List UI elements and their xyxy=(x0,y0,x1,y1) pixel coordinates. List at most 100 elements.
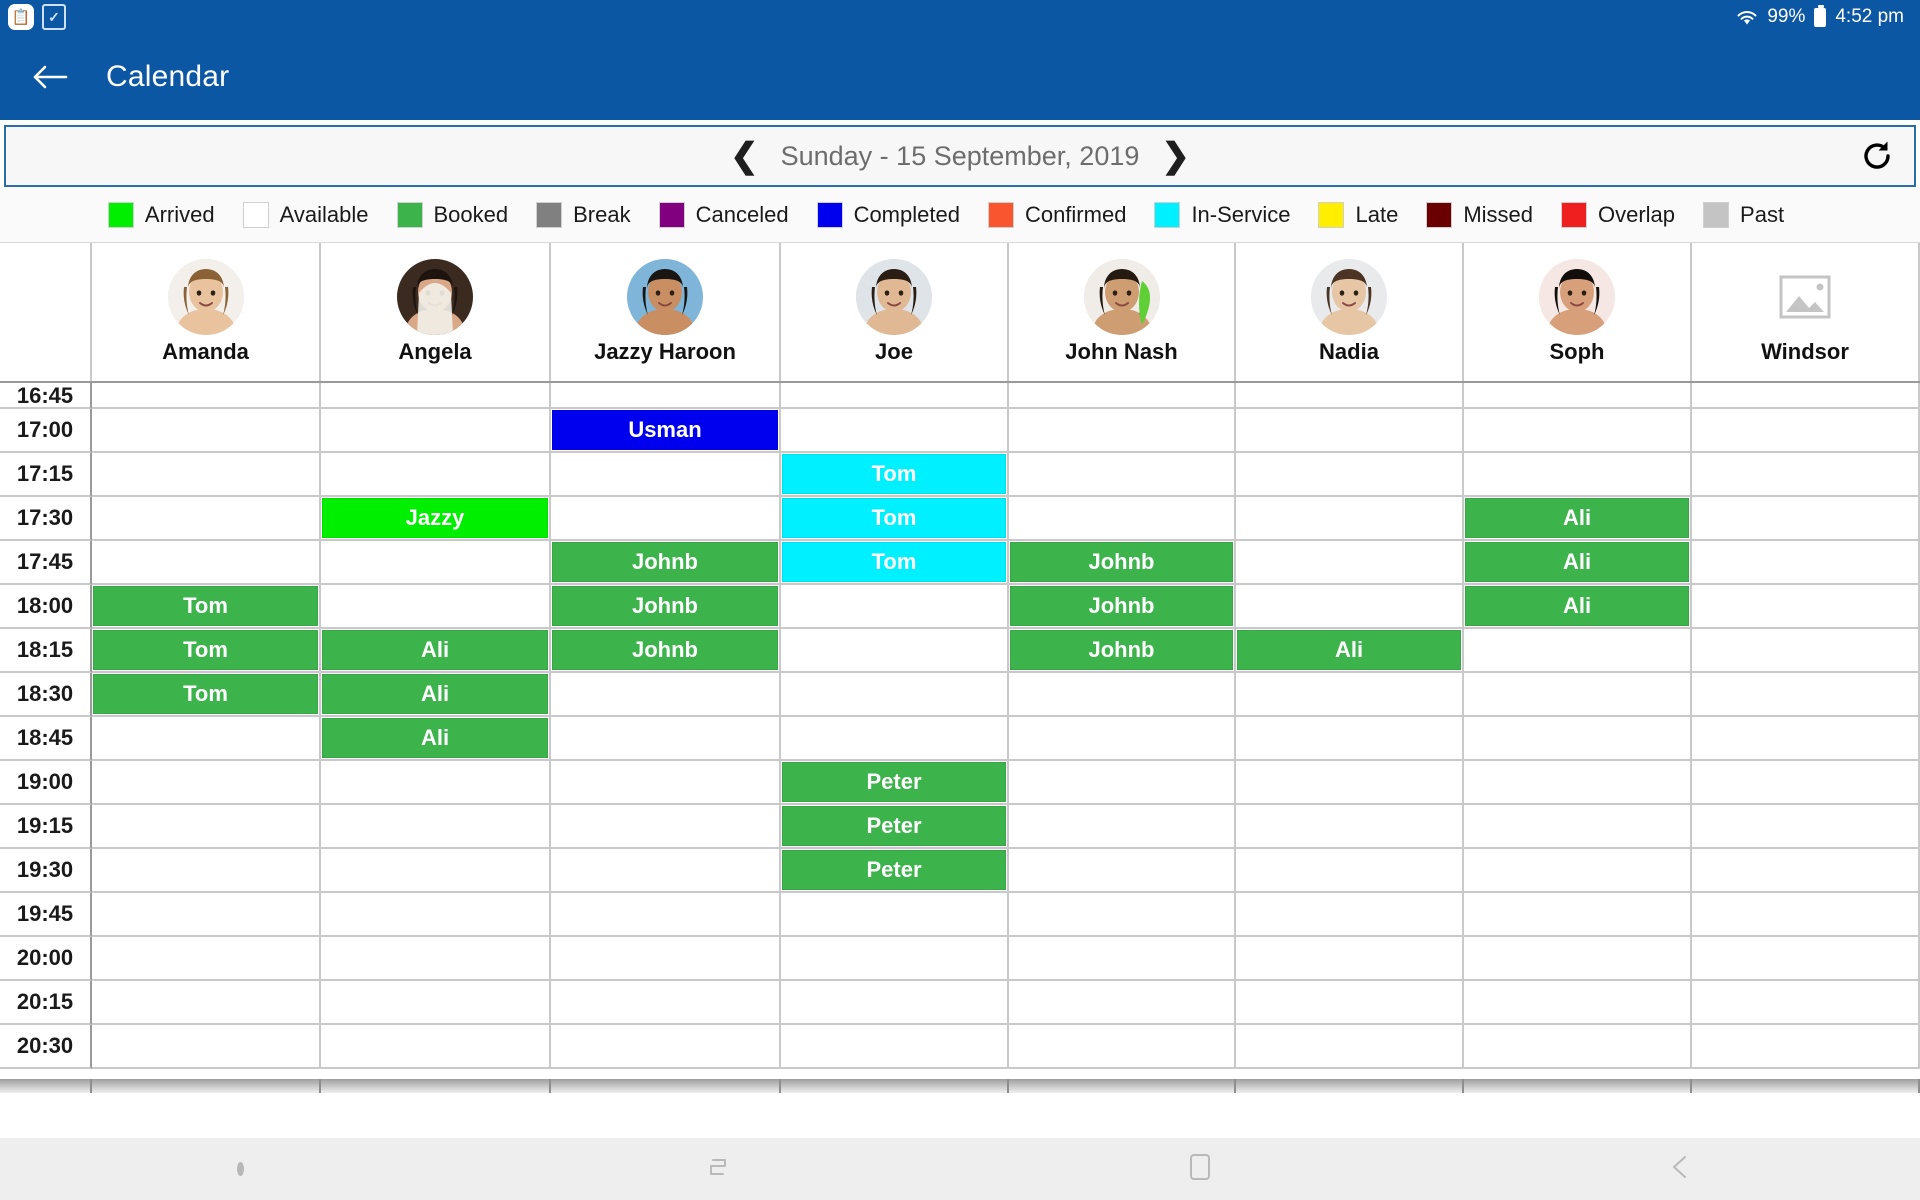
nav-slot-recents[interactable] xyxy=(480,1152,960,1187)
calendar-slot[interactable] xyxy=(1236,805,1464,849)
calendar-slot[interactable] xyxy=(1236,453,1464,497)
appointment-block[interactable]: Jazzy xyxy=(322,498,548,538)
back-arrow-icon[interactable] xyxy=(30,57,70,97)
calendar-slot[interactable] xyxy=(321,409,551,453)
calendar-slot[interactable]: Johnb xyxy=(1009,585,1236,629)
staff-header-nadia[interactable]: Nadia xyxy=(1236,243,1464,381)
calendar-slot[interactable]: Johnb xyxy=(1009,629,1236,673)
calendar-slot[interactable]: Tom xyxy=(92,629,321,673)
calendar-slot[interactable]: Tom xyxy=(781,497,1009,541)
appointment-block[interactable]: Johnb xyxy=(552,586,778,626)
calendar-slot[interactable] xyxy=(781,937,1009,981)
calendar-slot[interactable] xyxy=(1236,717,1464,761)
calendar-slot[interactable] xyxy=(1009,1025,1236,1069)
calendar-slot[interactable] xyxy=(551,937,781,981)
calendar-slot[interactable] xyxy=(1692,981,1920,1025)
calendar-slot[interactable]: Ali xyxy=(1464,497,1692,541)
appointment-block[interactable]: Johnb xyxy=(1010,586,1233,626)
calendar-slot[interactable] xyxy=(92,453,321,497)
calendar-slot[interactable] xyxy=(781,717,1009,761)
nav-slot-back[interactable] xyxy=(1440,1152,1920,1187)
calendar-slot[interactable]: Tom xyxy=(781,541,1009,585)
calendar-slot[interactable] xyxy=(1464,383,1692,409)
calendar-slot[interactable] xyxy=(1692,453,1920,497)
calendar-slot[interactable] xyxy=(551,981,781,1025)
calendar-slot[interactable] xyxy=(1009,849,1236,893)
calendar-slot[interactable] xyxy=(781,673,1009,717)
calendar-slot[interactable] xyxy=(92,849,321,893)
appointment-block[interactable]: Tom xyxy=(93,674,318,714)
calendar-slot[interactable]: Ali xyxy=(1236,629,1464,673)
calendar-slot[interactable] xyxy=(551,893,781,937)
calendar-slot[interactable]: Tom xyxy=(92,585,321,629)
calendar-slot[interactable] xyxy=(1464,453,1692,497)
calendar-slot[interactable] xyxy=(1692,1025,1920,1069)
calendar-slot[interactable] xyxy=(1236,383,1464,409)
calendar-slot[interactable] xyxy=(781,409,1009,453)
calendar-slot[interactable]: Jazzy xyxy=(321,497,551,541)
staff-header-amanda[interactable]: Amanda xyxy=(92,243,321,381)
calendar-slot[interactable] xyxy=(92,893,321,937)
calendar-slot[interactable] xyxy=(551,761,781,805)
appointment-block[interactable]: Ali xyxy=(322,718,548,758)
calendar-slot[interactable] xyxy=(1236,1025,1464,1069)
calendar-slot[interactable] xyxy=(1692,629,1920,673)
staff-header-angela[interactable]: Angela xyxy=(321,243,551,381)
appointment-block[interactable]: Ali xyxy=(1465,542,1689,582)
staff-header-joe[interactable]: Joe xyxy=(781,243,1009,381)
appointment-block[interactable]: Johnb xyxy=(1010,542,1233,582)
calendar-slot[interactable] xyxy=(92,383,321,409)
calendar-slot[interactable] xyxy=(1692,937,1920,981)
calendar-slot[interactable]: Tom xyxy=(92,673,321,717)
appointment-block[interactable]: Ali xyxy=(322,630,548,670)
calendar-slot[interactable]: Ali xyxy=(321,673,551,717)
appointment-block[interactable]: Johnb xyxy=(552,630,778,670)
calendar-slot[interactable] xyxy=(1236,849,1464,893)
staff-header-john-nash[interactable]: John Nash xyxy=(1009,243,1236,381)
calendar-slot[interactable] xyxy=(1692,541,1920,585)
calendar-slot[interactable] xyxy=(1464,937,1692,981)
calendar-slot[interactable] xyxy=(1692,409,1920,453)
calendar-slot[interactable] xyxy=(1236,893,1464,937)
appointment-block[interactable]: Tom xyxy=(782,454,1006,494)
appointment-block[interactable]: Johnb xyxy=(1010,630,1233,670)
calendar-slot[interactable] xyxy=(1009,761,1236,805)
calendar-slot[interactable] xyxy=(321,541,551,585)
home-icon[interactable] xyxy=(1187,1152,1213,1187)
staff-header-windsor[interactable]: Windsor xyxy=(1692,243,1920,381)
calendar-slot[interactable] xyxy=(1464,673,1692,717)
appointment-block[interactable]: Tom xyxy=(93,586,318,626)
calendar-slot[interactable] xyxy=(1009,409,1236,453)
calendar-slot[interactable] xyxy=(92,761,321,805)
calendar-slot[interactable] xyxy=(1009,453,1236,497)
calendar-slot[interactable]: Johnb xyxy=(1009,541,1236,585)
current-date-label[interactable]: Sunday - 15 September, 2019 xyxy=(781,141,1140,172)
calendar-slot[interactable]: Peter xyxy=(781,849,1009,893)
back-icon[interactable] xyxy=(1665,1152,1695,1187)
calendar-slot[interactable] xyxy=(321,937,551,981)
calendar-slot[interactable]: Ali xyxy=(1464,541,1692,585)
calendar-slot[interactable] xyxy=(92,805,321,849)
calendar-slot[interactable] xyxy=(551,453,781,497)
calendar-slot[interactable] xyxy=(551,673,781,717)
calendar-slot[interactable] xyxy=(321,383,551,409)
calendar-slot[interactable] xyxy=(1464,805,1692,849)
staff-header-soph[interactable]: Soph xyxy=(1464,243,1692,381)
calendar-slot[interactable]: Usman xyxy=(551,409,781,453)
calendar-slot[interactable] xyxy=(92,541,321,585)
calendar-slot[interactable]: Peter xyxy=(781,761,1009,805)
calendar-slot[interactable] xyxy=(321,981,551,1025)
appointment-block[interactable]: Tom xyxy=(782,498,1006,538)
calendar-slot[interactable] xyxy=(1692,849,1920,893)
calendar-slot[interactable] xyxy=(321,585,551,629)
calendar-slot[interactable] xyxy=(321,1025,551,1069)
calendar-slot[interactable] xyxy=(92,1025,321,1069)
calendar-slot[interactable] xyxy=(321,761,551,805)
appointment-block[interactable]: Peter xyxy=(782,806,1006,846)
calendar-slot[interactable] xyxy=(1692,717,1920,761)
calendar-slot[interactable] xyxy=(551,717,781,761)
calendar-slot[interactable] xyxy=(92,981,321,1025)
calendar-slot[interactable] xyxy=(92,497,321,541)
calendar-slot[interactable] xyxy=(1236,761,1464,805)
calendar-slot[interactable] xyxy=(1464,629,1692,673)
